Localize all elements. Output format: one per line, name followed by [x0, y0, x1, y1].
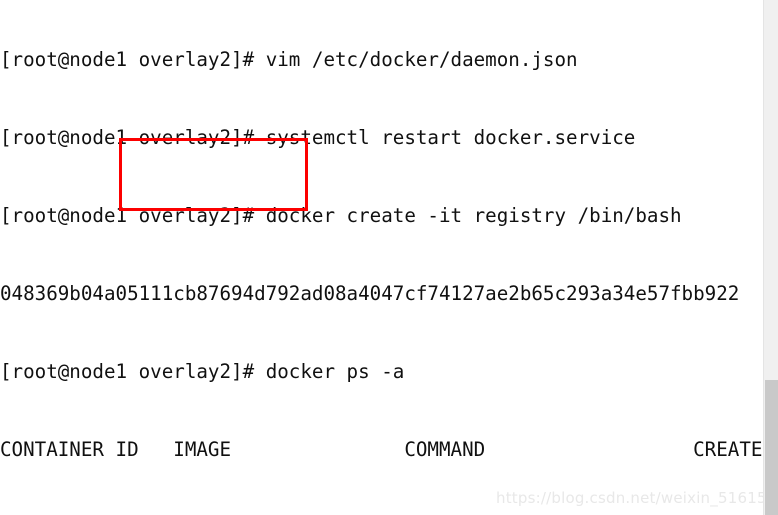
terminal-line: [root@node1 overlay2]# docker create -it… [0, 204, 682, 227]
terminal-line: [root@node1 overlay2]# docker ps -a [0, 360, 405, 383]
scrollbar-thumb[interactable] [765, 380, 778, 515]
terminal-output-area[interactable]: [root@node1 overlay2]# vim /etc/docker/d… [0, 0, 763, 515]
csdn-watermark: https://blog.csdn.net/weixin_51615178 [496, 489, 778, 507]
vertical-scrollbar[interactable] [763, 0, 778, 515]
terminal-window[interactable]: [root@node1 overlay2]# vim /etc/docker/d… [0, 0, 778, 515]
terminal-line-ps-header: CONTAINER ID IMAGE COMMAND CREATE [0, 438, 763, 461]
terminal-line: [root@node1 overlay2]# vim /etc/docker/d… [0, 48, 578, 71]
terminal-line: [root@node1 overlay2]# systemctl restart… [0, 126, 636, 149]
terminal-line: 048369b04a05111cb87694d792ad08a4047cf741… [0, 282, 740, 305]
